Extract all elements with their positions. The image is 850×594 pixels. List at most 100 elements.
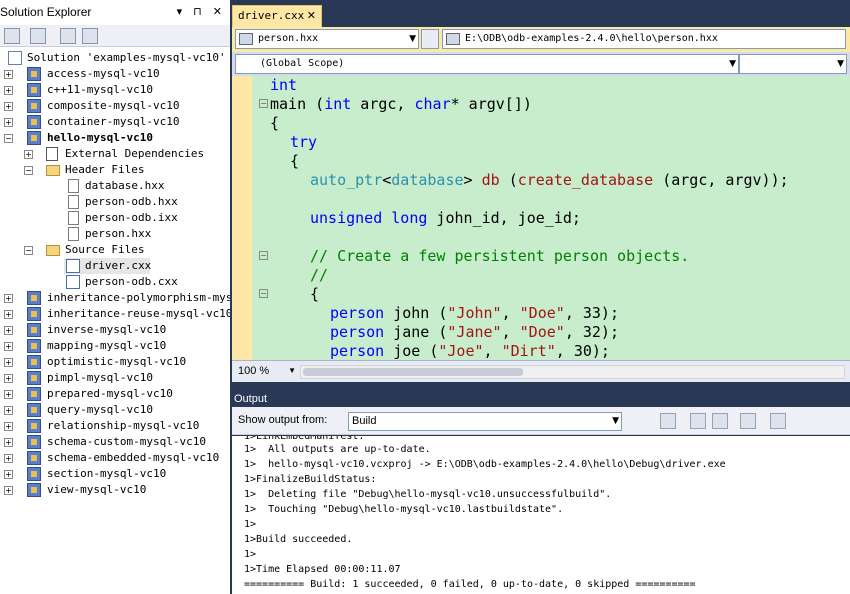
expand-icon[interactable]: + <box>24 150 33 159</box>
tree-node-external-dependencies[interactable]: + External Dependencies <box>0 146 230 162</box>
expand-icon[interactable]: + <box>4 70 13 79</box>
tree-node-header-files[interactable]: − Header Files <box>0 162 230 178</box>
file-selector-dropdown[interactable]: person.hxx ▼ <box>235 29 419 49</box>
tree-node-file[interactable]: person-odb.hxx <box>0 194 230 210</box>
tree-node-project[interactable]: + prepared-mysql-vc10 <box>0 386 230 402</box>
expand-icon[interactable]: + <box>4 102 13 111</box>
code-editor[interactable]: int − main (int argc, char* argv[]) { tr… <box>232 76 850 360</box>
output-text-area[interactable]: 1>LinkEmbedManifest: 1> All outputs are … <box>232 436 850 594</box>
tree-node-project[interactable]: + inverse-mysql-vc10 <box>0 322 230 338</box>
code-token: , 33); <box>564 304 619 322</box>
navigate-spin-button[interactable] <box>421 29 439 49</box>
tree-node-project[interactable]: + optimistic-mysql-vc10 <box>0 354 230 370</box>
code-token: john_id, joe_id; <box>427 209 581 227</box>
expand-icon[interactable]: + <box>4 438 13 447</box>
tree-node-project[interactable]: + mapping-mysql-vc10 <box>0 338 230 354</box>
tree-node-project[interactable]: + pimpl-mysql-vc10 <box>0 370 230 386</box>
tree-node-project[interactable]: + relationship-mysql-vc10 <box>0 418 230 434</box>
collapse-icon[interactable]: − <box>24 166 33 175</box>
tree-node-label: driver.cxx <box>85 259 152 272</box>
collapse-icon[interactable]: − <box>24 246 33 255</box>
previous-message-icon[interactable] <box>690 413 706 429</box>
output-line: 1>Time Elapsed 00:00:11.07 <box>244 564 401 575</box>
expand-icon[interactable]: + <box>4 470 13 479</box>
collapse-icon[interactable]: − <box>4 134 13 143</box>
project-icon <box>27 99 41 113</box>
output-line: 1>FinalizeBuildStatus: <box>244 474 377 485</box>
expand-icon[interactable]: + <box>4 454 13 463</box>
refresh-icon[interactable] <box>60 28 76 44</box>
tree-node-project[interactable]: + schema-embedded-mysql-vc10 <box>0 450 230 466</box>
tree-node-project[interactable]: + query-mysql-vc10 <box>0 402 230 418</box>
tree-node-file[interactable]: person-odb.ixx <box>0 210 230 226</box>
close-tab-icon[interactable]: ✕ <box>307 6 316 26</box>
expand-icon[interactable]: + <box>4 374 13 383</box>
expand-icon[interactable]: + <box>4 422 13 431</box>
next-message-icon[interactable] <box>712 413 728 429</box>
file-path-dropdown[interactable]: E:\ODB\odb-examples-2.4.0\hello\person.h… <box>442 29 846 49</box>
tree-node-project[interactable]: + c++11-mysql-vc10 <box>0 82 230 98</box>
horizontal-scrollbar[interactable] <box>300 365 845 379</box>
collapse-region-icon[interactable]: − <box>259 251 268 260</box>
tree-node-label: schema-custom-mysql-vc10 <box>47 435 206 448</box>
project-icon <box>27 67 41 81</box>
scope-dropdown[interactable]: (Global Scope) ▼ <box>235 54 739 74</box>
code-token: joe ( <box>384 342 439 360</box>
output-source-dropdown[interactable]: Build ▼ <box>348 412 622 431</box>
expand-icon[interactable]: + <box>4 406 13 415</box>
tab-driver-cxx[interactable]: driver.cxx ✕ <box>232 5 322 27</box>
collapse-region-icon[interactable]: − <box>259 99 268 108</box>
code-token: john ( <box>384 304 448 322</box>
chevron-down-icon: ▼ <box>409 34 416 44</box>
properties-icon[interactable] <box>4 28 20 44</box>
tree-node-project[interactable]: + schema-custom-mysql-vc10 <box>0 434 230 450</box>
expand-icon[interactable]: + <box>4 390 13 399</box>
code-token: argc, <box>351 95 415 113</box>
output-line: 1> <box>244 549 257 560</box>
panel-window-buttons[interactable]: ▾ ⊓ ✕ <box>177 3 226 21</box>
code-token: * argv[]) <box>450 95 532 113</box>
member-dropdown[interactable]: ▼ <box>739 54 847 74</box>
tree-node-label: schema-embedded-mysql-vc10 <box>47 451 220 464</box>
tree-node-project[interactable]: + container-mysql-vc10 <box>0 114 230 130</box>
collapse-region-icon[interactable]: − <box>259 289 268 298</box>
expand-icon[interactable]: + <box>4 486 13 495</box>
expand-icon[interactable]: + <box>4 310 13 319</box>
expand-icon[interactable]: + <box>4 342 13 351</box>
code-token: > <box>463 171 473 189</box>
keyword: try <box>290 133 318 151</box>
expand-icon[interactable]: + <box>4 118 13 127</box>
string-literal: "Dirt" <box>501 342 556 360</box>
tree-node-project[interactable]: + section-mysql-vc10 <box>0 466 230 482</box>
show-all-files-icon[interactable] <box>30 28 46 44</box>
tree-node-file[interactable]: person-odb.cxx <box>0 274 230 290</box>
code-line: main (int argc, char* argv[]) <box>270 95 532 114</box>
tree-node-solution[interactable]: Solution 'examples-mysql-vc10' (1 <box>0 50 230 66</box>
expand-icon[interactable]: + <box>4 86 13 95</box>
tree-node-active-project[interactable]: − hello-mysql-vc10 <box>0 130 230 146</box>
code-token: jane ( <box>384 323 448 341</box>
tree-node-project[interactable]: + access-mysql-vc10 <box>0 66 230 82</box>
clear-all-icon[interactable] <box>740 413 756 429</box>
expand-icon[interactable]: + <box>4 358 13 367</box>
tree-node-file[interactable]: database.hxx <box>0 178 230 194</box>
output-line: 1> All outputs are up-to-date. <box>244 444 431 455</box>
project-icon <box>27 387 41 401</box>
code-comment: // Create a few persistent person object… <box>310 247 690 265</box>
tree-node-project[interactable]: + inheritance-polymorphism-mysql <box>0 290 230 306</box>
string-literal: "Doe" <box>519 323 565 341</box>
class-diagram-icon[interactable] <box>82 28 98 44</box>
tree-node-file-selected[interactable]: driver.cxx <box>64 258 152 274</box>
keyword: unsigned <box>310 209 383 227</box>
toggle-word-wrap-icon[interactable] <box>770 413 786 429</box>
zoom-dropdown[interactable]: 100 % ▼ <box>236 364 298 380</box>
find-message-icon[interactable] <box>660 413 676 429</box>
scrollbar-thumb[interactable] <box>303 368 523 376</box>
tree-node-project[interactable]: + inheritance-reuse-mysql-vc10 <box>0 306 230 322</box>
expand-icon[interactable]: + <box>4 326 13 335</box>
tree-node-file[interactable]: person.hxx <box>0 226 230 242</box>
expand-icon[interactable]: + <box>4 294 13 303</box>
tree-node-project[interactable]: + composite-mysql-vc10 <box>0 98 230 114</box>
tree-node-source-files[interactable]: − Source Files <box>0 242 230 258</box>
tree-node-project[interactable]: + view-mysql-vc10 <box>0 482 230 498</box>
